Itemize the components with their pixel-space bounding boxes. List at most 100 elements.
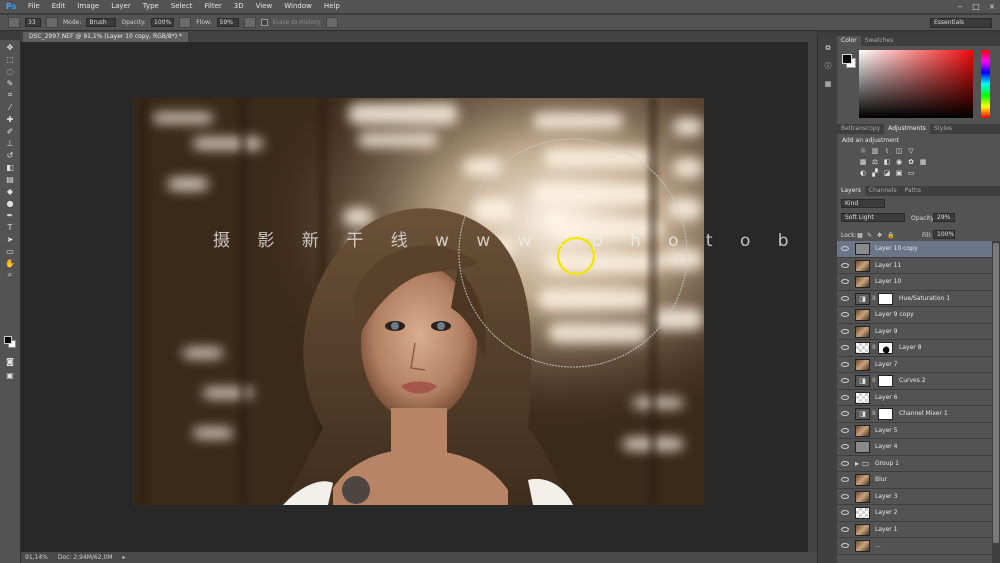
mode-select[interactable]: Brush	[86, 18, 117, 27]
mask-link-icon[interactable]: 8	[872, 295, 876, 302]
mask-link-icon[interactable]: 8	[872, 377, 876, 384]
visibility-eye-icon[interactable]	[841, 361, 849, 367]
mask-link-icon[interactable]: 8	[872, 344, 876, 351]
layer-row[interactable]: ▸ ▭ Group 1	[837, 455, 992, 472]
visibility-eye-icon[interactable]	[841, 493, 849, 499]
menu-type[interactable]: Type	[137, 0, 165, 13]
visibility-eye-icon[interactable]	[841, 328, 849, 334]
canvas-area[interactable]: 摄 影 新 干 线 w w w . p h o t o b o s . v i …	[21, 42, 1000, 552]
layer-row[interactable]: Layer 6	[837, 389, 992, 406]
pressure-size-icon[interactable]	[325, 17, 338, 28]
menu-layer[interactable]: Layer	[105, 0, 137, 13]
minimize-button[interactable]: –	[952, 0, 968, 13]
tab-layers[interactable]: Layers	[837, 186, 865, 196]
fill-field[interactable]: 100%	[933, 230, 955, 239]
hue-saturation-icon[interactable]: ▦	[859, 159, 867, 166]
selective-color-icon[interactable]: ▣	[895, 170, 903, 177]
menu-help[interactable]: Help	[318, 0, 346, 13]
layer-row[interactable]: Layer 3	[837, 488, 992, 505]
menu-file[interactable]: File	[22, 0, 46, 13]
history-brush-tool-icon[interactable]: ↺	[4, 150, 16, 160]
type-tool-icon[interactable]: T	[4, 222, 16, 232]
menu-filter[interactable]: Filter	[198, 0, 227, 13]
tab-swatches[interactable]: Swatches	[861, 36, 898, 46]
layer-mask-thumbnail[interactable]	[878, 342, 893, 354]
brush-size-field[interactable]: 33	[25, 18, 41, 27]
layer-row[interactable]: Layer 9	[837, 323, 992, 340]
black-white-icon[interactable]: ◧	[883, 159, 891, 166]
quick-mask-icon[interactable]: ◙	[4, 356, 16, 366]
layer-row[interactable]: ◨ 8 Curves 2	[837, 373, 992, 390]
menu-select[interactable]: Select	[165, 0, 199, 13]
layer-row[interactable]: Layer 4	[837, 439, 992, 456]
invert-icon[interactable]: ◐	[859, 170, 867, 177]
visibility-eye-icon[interactable]	[841, 510, 849, 515]
zoom-readout[interactable]: 91,14%	[25, 554, 48, 561]
visibility-eye-icon[interactable]	[841, 460, 849, 466]
layer-mask-thumbnail[interactable]	[878, 375, 893, 387]
mask-link-icon[interactable]: 8	[872, 410, 876, 417]
visibility-eye-icon[interactable]	[841, 394, 849, 400]
layer-mask-thumbnail[interactable]	[878, 408, 893, 420]
lock-all-icon[interactable]: 🔒	[887, 232, 894, 239]
posterize-icon[interactable]: ▞	[871, 170, 879, 177]
visibility-eye-icon[interactable]	[841, 312, 849, 317]
eyedropper-tool-icon[interactable]: ⁄	[4, 102, 16, 112]
pen-tool-icon[interactable]: ✒	[4, 210, 16, 220]
dodge-tool-icon[interactable]: ●	[4, 198, 16, 208]
maximize-button[interactable]: □	[968, 0, 984, 13]
lock-transparent-icon[interactable]: ▦	[857, 232, 864, 239]
shape-tool-icon[interactable]: ▭	[4, 246, 16, 256]
eraser-tool-icon[interactable]: ◧	[4, 162, 16, 172]
marquee-tool-icon[interactable]: ⬚	[4, 54, 16, 64]
exposure-icon[interactable]: ◫	[895, 148, 903, 155]
lock-position-icon[interactable]: ✥	[877, 232, 884, 239]
foreground-color-swatch[interactable]	[4, 336, 12, 344]
menu-3d[interactable]: 3D	[228, 0, 250, 13]
color-lookup-icon[interactable]: ▦	[919, 159, 927, 166]
brush-tool-icon[interactable]: ✐	[4, 126, 16, 136]
screen-mode-icon[interactable]: ▣	[4, 370, 16, 380]
visibility-eye-icon[interactable]	[841, 444, 849, 449]
channel-mixer-icon[interactable]: ✿	[907, 159, 915, 166]
brightness-icon[interactable]: ☼	[859, 148, 867, 155]
brush-panel-icon[interactable]	[46, 17, 58, 28]
visibility-eye-icon[interactable]	[841, 477, 849, 482]
layer-row[interactable]: Blur	[837, 472, 992, 489]
visibility-eye-icon[interactable]	[841, 345, 849, 350]
gradient-tool-icon[interactable]: ▤	[4, 174, 16, 184]
layers-scrollbar[interactable]	[992, 241, 1000, 563]
tab-channels[interactable]: Channels	[865, 186, 901, 196]
history-panel-icon[interactable]: ⧉	[821, 42, 835, 54]
menu-view[interactable]: View	[250, 0, 279, 13]
gradient-map-icon[interactable]: ▭	[907, 170, 915, 177]
layer-row[interactable]: Layer 2	[837, 505, 992, 522]
threshold-icon[interactable]: ◪	[883, 170, 891, 177]
visibility-eye-icon[interactable]	[841, 526, 849, 532]
layer-row[interactable]: Layer 9 copy	[837, 307, 992, 324]
tab-adjustments[interactable]: Adjustments	[884, 124, 930, 134]
tab-color[interactable]: Color	[837, 36, 861, 46]
lock-pixels-icon[interactable]: ✎	[867, 232, 874, 239]
layer-row[interactable]: ◨ 8 Channel Mixer 1	[837, 406, 992, 423]
close-button[interactable]: ×	[984, 0, 1000, 13]
visibility-eye-icon[interactable]	[841, 378, 849, 383]
visibility-eye-icon[interactable]	[841, 295, 849, 301]
path-select-tool-icon[interactable]: ➤	[4, 234, 16, 244]
visibility-eye-icon[interactable]	[841, 279, 849, 284]
menu-window[interactable]: Window	[278, 0, 318, 13]
workspace-select[interactable]: Essentials	[930, 18, 992, 28]
visibility-eye-icon[interactable]	[841, 262, 849, 268]
visibility-eye-icon[interactable]	[841, 246, 849, 251]
layer-filter-select[interactable]: Kind	[841, 199, 885, 208]
airbrush-icon[interactable]	[243, 17, 256, 28]
opacity-field[interactable]: 100%	[151, 18, 175, 27]
move-tool-icon[interactable]: ✥	[4, 42, 16, 52]
layer-row[interactable]: Layer 10	[837, 274, 992, 291]
doc-size-readout[interactable]: Doc: 2,94M/62,0M	[58, 554, 113, 561]
vibrance-icon[interactable]: ▽	[907, 148, 915, 155]
hue-slider[interactable]	[981, 50, 990, 118]
layer-mask-thumbnail[interactable]	[878, 292, 893, 305]
menu-image[interactable]: Image	[71, 0, 105, 13]
layer-row[interactable]: Layer 11	[837, 257, 992, 274]
